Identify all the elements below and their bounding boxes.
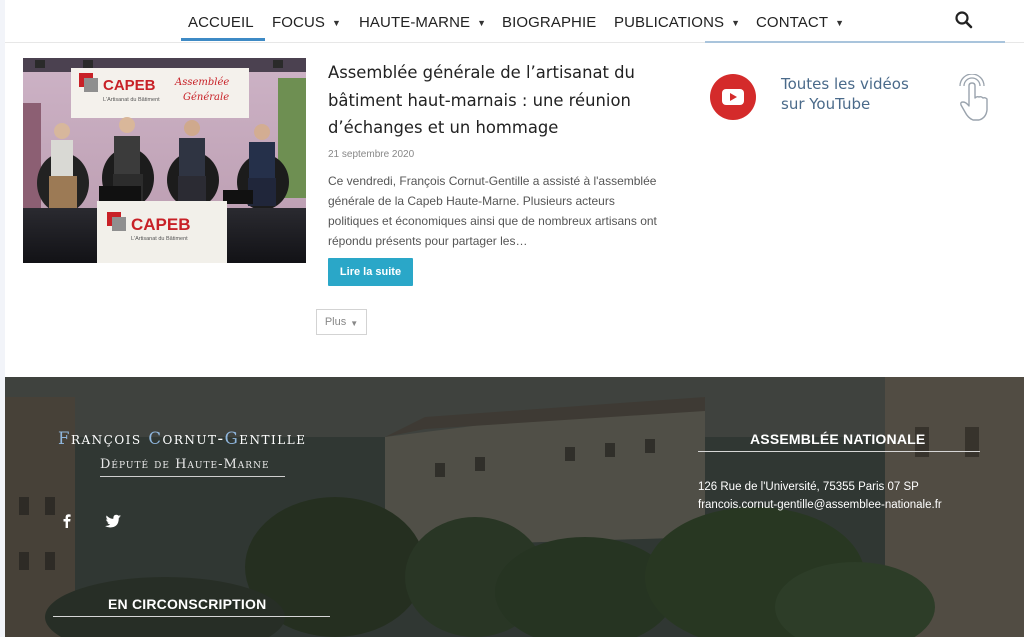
footer: François Cornut-Gentille Député de Haute… [5,377,1024,637]
main-content: CAPEB L'Artisanat du Bâtiment Assemblée … [5,43,1024,377]
active-nav-indicator [181,38,265,41]
assemblee-address: 126 Rue de l'Université, 75355 Paris 07 … [698,481,919,493]
chevron-down-icon: ▼ [477,18,487,28]
nav-item-label: PUBLICATIONS [614,13,725,31]
youtube-line-2: sur YouTube [781,95,871,113]
nav-item-haute-marne[interactable]: HAUTE-MARNE ▼ [359,11,486,33]
name-part: rançois [70,429,149,448]
site-owner-role: Député de Haute-Marne [100,457,270,472]
assemblee-divider [698,451,980,452]
assemblee-email-link[interactable]: francois.cornut-gentille@assemblee-natio… [698,499,942,511]
banner-script-line-2: Générale [183,92,229,103]
circonscription-heading: EN CIRCONSCRIPTION [108,596,267,612]
name-initial: G [224,429,240,448]
role-underline [100,476,285,477]
banner-subtitle: L'Artisanat du Bâtiment [103,97,160,103]
circonscription-divider [53,616,330,617]
more-button[interactable]: Plus ▼ [316,309,367,335]
desk-subtitle: L'Artisanat du Bâtiment [131,236,188,242]
chevron-down-icon: ▼ [350,318,359,328]
nav-item-label: CONTACT [756,13,829,31]
site-owner-name: François Cornut-Gentille [58,429,306,448]
chevron-down-icon: ▼ [332,18,342,28]
nav-item-label: BIOGRAPHIE [502,13,597,31]
article-title[interactable]: Assemblée générale de l’artisanat du bât… [328,59,658,142]
nav-item-label: FOCUS [272,13,325,31]
name-initial: F [58,429,71,448]
facebook-icon[interactable] [57,511,77,531]
nav-item-biographie[interactable]: BIOGRAPHIE [502,11,596,33]
desk-brand: CAPEB [131,215,191,234]
search-icon[interactable] [952,8,976,32]
banner-script-line-1: Assemblée [174,77,229,88]
youtube-link[interactable]: Toutes les vidéos sur YouTube [710,70,1000,140]
nav-item-contact[interactable]: CONTACT ▼ [756,11,844,33]
assemblee-heading: ASSEMBLÉE NATIONALE [750,431,926,447]
nav-item-label: HAUTE-MARNE [359,13,471,31]
name-part: ornut- [162,429,225,448]
chevron-down-icon: ▼ [731,18,741,28]
youtube-icon [710,74,756,120]
name-initial: C [148,429,163,448]
more-button-label: Plus [324,316,347,328]
nav-item-publications[interactable]: PUBLICATIONS ▼ [614,11,740,33]
name-part: entille [239,429,307,448]
nav-item-accueil[interactable]: ACCUEIL [188,11,254,33]
chevron-down-icon: ▼ [835,18,845,28]
twitter-icon[interactable] [103,511,123,531]
top-navigation: ACCUEIL FOCUS ▼ HAUTE-MARNE ▼ BIOGRAPHIE… [5,0,1024,43]
nav-item-label: ACCUEIL [188,13,254,31]
nav-item-focus[interactable]: FOCUS ▼ [272,11,341,33]
youtube-line-1: Toutes les vidéos [781,75,909,93]
read-more-button[interactable]: Lire la suite [328,258,413,286]
article-excerpt: Ce vendredi, François Cornut-Gentille a … [328,174,657,248]
article-date: 21 septembre 2020 [328,149,415,160]
article-thumbnail[interactable]: CAPEB L'Artisanat du Bâtiment Assemblée … [23,58,306,263]
banner-brand: CAPEB [103,77,156,94]
pointing-hand-icon [959,74,988,121]
youtube-text: Toutes les vidéos sur YouTube [781,74,909,114]
